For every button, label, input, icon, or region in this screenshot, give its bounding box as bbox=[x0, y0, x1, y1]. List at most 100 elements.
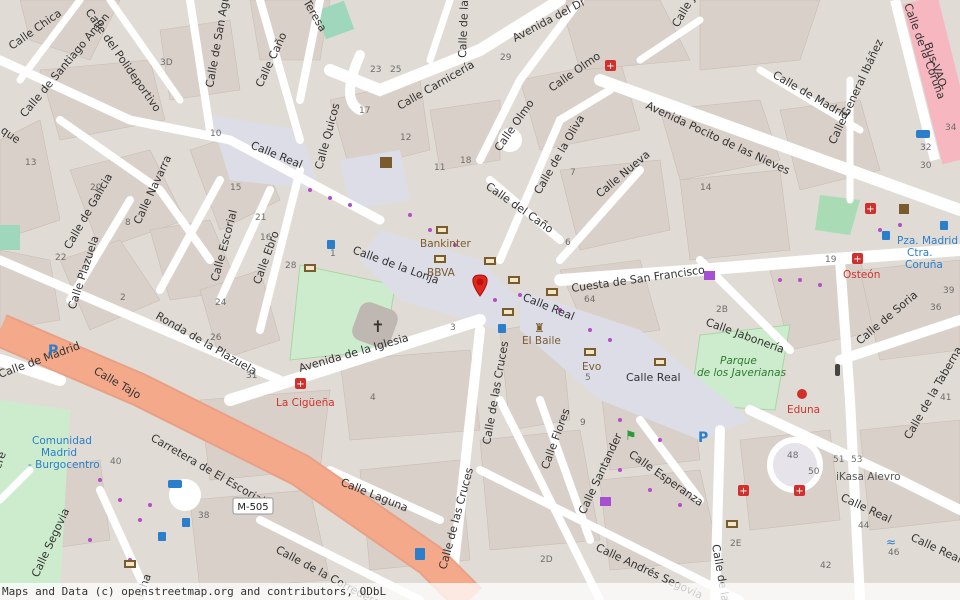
svg-text:8: 8 bbox=[125, 218, 131, 228]
svg-text:13: 13 bbox=[25, 158, 36, 168]
svg-text:11: 11 bbox=[434, 163, 445, 173]
svg-text:+: + bbox=[739, 486, 747, 497]
poi-kasa-alevro: iKasa Alevro bbox=[836, 471, 901, 483]
museum-icon bbox=[380, 157, 392, 168]
park-tiny-2 bbox=[0, 225, 20, 250]
svg-text:+: + bbox=[853, 254, 861, 265]
poi-osteon: Osteón bbox=[843, 269, 880, 281]
svg-text:36: 36 bbox=[930, 303, 942, 313]
svg-text:50: 50 bbox=[808, 467, 820, 477]
svg-text:20: 20 bbox=[90, 183, 102, 193]
svg-text:48: 48 bbox=[787, 451, 799, 461]
svg-text:51: 51 bbox=[833, 455, 844, 465]
svg-text:22: 22 bbox=[55, 253, 66, 263]
water-icon: ≈ bbox=[886, 535, 896, 549]
parking-icon: P bbox=[48, 343, 58, 359]
svg-text:+: + bbox=[795, 486, 803, 497]
shop-icon bbox=[600, 497, 611, 506]
svg-text:2E: 2E bbox=[730, 539, 742, 549]
theatre-icon: ♜ bbox=[534, 321, 545, 335]
poi-pza-line1: Pza. Madrid bbox=[897, 235, 958, 247]
svg-text:38: 38 bbox=[198, 511, 210, 521]
svg-text:31: 31 bbox=[246, 371, 257, 381]
poi-el-baile: El Baile bbox=[522, 335, 561, 347]
bank-icon bbox=[546, 288, 558, 296]
svg-text:26: 26 bbox=[210, 333, 222, 343]
poi-bankinter: Bankinter bbox=[420, 238, 472, 250]
svg-text:42: 42 bbox=[820, 561, 831, 571]
street-calle-de-la-f: Calle de la F bbox=[456, 0, 471, 58]
bus-stop-icon bbox=[940, 221, 948, 230]
svg-text:40: 40 bbox=[110, 457, 122, 467]
poi-comunidad-line1: Comunidad bbox=[32, 435, 92, 447]
fuel-icon bbox=[415, 548, 425, 560]
svg-text:10: 10 bbox=[210, 129, 222, 139]
pharmacy-icon: + bbox=[295, 378, 306, 390]
svg-text:19: 19 bbox=[825, 255, 837, 265]
svg-text:1: 1 bbox=[330, 249, 336, 259]
svg-text:2D: 2D bbox=[540, 555, 553, 565]
svg-text:3D: 3D bbox=[160, 58, 173, 68]
svg-text:15: 15 bbox=[230, 183, 241, 193]
street-calle-real-3: Calle Real bbox=[626, 371, 681, 384]
church-cross-icon: ✝ bbox=[371, 317, 384, 336]
poi-parque-line2: de los Javerianas bbox=[697, 367, 787, 379]
vet-icon bbox=[797, 389, 807, 399]
poi-comunidad-line2: Madrid bbox=[41, 447, 77, 459]
map-attribution[interactable]: Maps and Data (c) openstreetmap.org and … bbox=[0, 583, 960, 600]
svg-text:53: 53 bbox=[851, 455, 862, 465]
bus-stop-icon bbox=[327, 240, 335, 249]
svg-text:5: 5 bbox=[585, 373, 591, 383]
bank-icon bbox=[654, 358, 666, 366]
bank-icon bbox=[726, 520, 738, 528]
pharmacy-icon: + bbox=[852, 253, 863, 265]
poi-evo: Evo bbox=[582, 361, 601, 373]
shop-icon bbox=[704, 271, 715, 280]
map-layer: ✝ Calle Real Calle Real Calle Real Calle… bbox=[0, 0, 960, 600]
svg-text:18: 18 bbox=[460, 156, 472, 166]
parking-icon: P bbox=[698, 430, 708, 446]
svg-text:44: 44 bbox=[858, 521, 870, 531]
svg-text:23: 23 bbox=[370, 65, 381, 75]
svg-text:7: 7 bbox=[570, 168, 576, 178]
traffic-light-icon bbox=[835, 364, 840, 376]
svg-text:21: 21 bbox=[255, 213, 266, 223]
car-icon bbox=[916, 130, 930, 138]
svg-text:2: 2 bbox=[120, 293, 126, 303]
poi-pza-line2: Ctra. bbox=[907, 247, 933, 259]
bus-stop-icon bbox=[182, 518, 190, 527]
svg-text:29: 29 bbox=[500, 53, 512, 63]
svg-text:4: 4 bbox=[370, 393, 376, 403]
svg-text:17: 17 bbox=[359, 106, 370, 116]
bank-icon bbox=[508, 276, 520, 284]
pharmacy-icon: + bbox=[865, 203, 876, 215]
bank-icon bbox=[124, 560, 136, 568]
car-icon bbox=[168, 480, 182, 488]
bus-stop-icon bbox=[498, 324, 506, 333]
svg-text:28: 28 bbox=[285, 261, 297, 271]
bank-icon bbox=[436, 226, 448, 234]
poi-parque-line1: Parque bbox=[720, 355, 757, 367]
svg-text:34: 34 bbox=[945, 123, 957, 133]
map-canvas[interactable]: ✝ Calle Real Calle Real Calle Real Calle… bbox=[0, 0, 960, 600]
poi-eduna: Eduna bbox=[787, 404, 820, 416]
poi-pza-line3: Coruña bbox=[905, 259, 943, 271]
bus-stop-icon bbox=[882, 231, 890, 240]
bank-icon bbox=[584, 348, 596, 356]
bank-icon bbox=[484, 257, 496, 265]
road-ref-label: M-505 bbox=[237, 502, 268, 513]
fitness-icon: ⚑ bbox=[625, 429, 637, 444]
svg-text:♜: ♜ bbox=[534, 321, 545, 335]
svg-text:32: 32 bbox=[920, 143, 931, 153]
svg-text:2B: 2B bbox=[716, 305, 728, 315]
poi-comunidad-line3: - Burgocentro bbox=[28, 459, 100, 471]
poi-la-ciguena: La Cigüeña bbox=[276, 397, 335, 409]
svg-text:41: 41 bbox=[940, 393, 951, 403]
bank-icon bbox=[304, 264, 316, 272]
pharmacy-icon: + bbox=[794, 485, 805, 497]
bus-stop-icon bbox=[158, 532, 166, 541]
svg-text:39: 39 bbox=[943, 286, 955, 296]
svg-text:46: 46 bbox=[888, 548, 900, 558]
svg-text:⚑: ⚑ bbox=[625, 429, 637, 444]
svg-text:6: 6 bbox=[565, 238, 571, 248]
